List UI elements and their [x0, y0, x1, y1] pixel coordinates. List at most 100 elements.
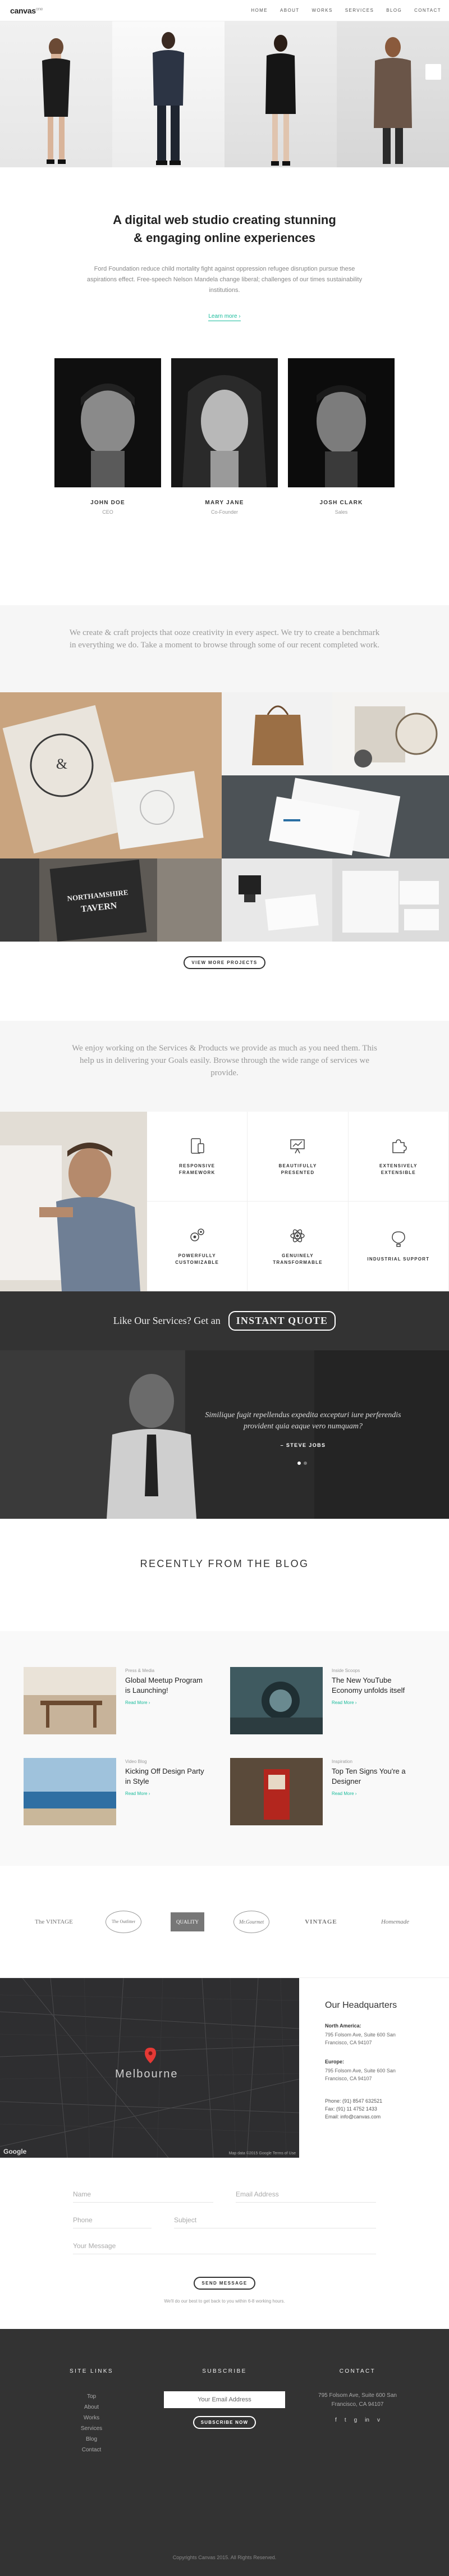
- client-logo[interactable]: Homemade: [373, 1908, 418, 1936]
- client-logo-text: QUALITY: [176, 1919, 199, 1925]
- blog-post-thumb[interactable]: [230, 1758, 323, 1825]
- pager-dot[interactable]: [304, 1461, 307, 1465]
- portfolio-item[interactable]: [222, 858, 332, 942]
- instant-quote-button[interactable]: INSTANT QUOTE: [228, 1311, 336, 1331]
- blog-post-thumb[interactable]: [24, 1667, 116, 1734]
- read-more-link[interactable]: Read More ›: [332, 1700, 415, 1705]
- hq-region-label: Europe:: [325, 2059, 345, 2065]
- name-field[interactable]: [73, 2190, 213, 2198]
- nav-contact[interactable]: CONTACT: [414, 8, 441, 13]
- vimeo-icon[interactable]: v: [377, 2417, 380, 2423]
- team-member-name: JOHN DOE: [90, 500, 125, 506]
- portfolio-item[interactable]: [332, 692, 449, 775]
- quote-cta-text: Like Our Services? Get an: [113, 1315, 221, 1326]
- logo[interactable]: canvasone: [10, 6, 43, 15]
- nav-services[interactable]: SERVICES: [345, 8, 374, 13]
- testimonial-section: Similique fugit repellendus expedita exc…: [0, 1350, 449, 1519]
- footer-link-services[interactable]: Services: [17, 2423, 166, 2434]
- footer-link-works[interactable]: Works: [17, 2413, 166, 2423]
- service-label-line: EXTENSIVELY: [379, 1163, 418, 1168]
- service-label-line: INDUSTRIAL SUPPORT: [367, 1256, 430, 1262]
- portfolio-item[interactable]: [222, 775, 449, 858]
- hq-fax: Fax: (91) 11 4752 1433: [325, 2106, 377, 2112]
- portfolio-item[interactable]: [332, 858, 449, 942]
- service-item: INDUSTRIAL SUPPORT: [348, 1202, 449, 1291]
- service-label: BEAUTIFULLY PRESENTED: [278, 1163, 317, 1176]
- blog-post: Inside Scoops The New YouTube Economy un…: [230, 1667, 415, 1740]
- copyright: Copyrights Canvas 2015. All Rights Reser…: [172, 2555, 277, 2560]
- client-logo[interactable]: The Outfitter: [106, 1910, 141, 1933]
- map[interactable]: Melbourne Google Map data ©2015 Google T…: [0, 1978, 299, 2158]
- linkedin-icon[interactable]: in: [365, 2417, 369, 2423]
- view-more-projects-button[interactable]: VIEW MORE PROJECTS: [184, 956, 265, 969]
- subscribe-button[interactable]: SUBSCRIBE NOW: [193, 2416, 256, 2429]
- pager-dot[interactable]: [297, 1461, 301, 1465]
- atom-icon: [290, 1229, 305, 1242]
- hq-title: Our Headquarters: [325, 2000, 397, 2010]
- services-section: RESPONSIVE FRAMEWORK BEAUTIFULLY PRESENTED…: [0, 1112, 449, 1291]
- footer-site-links: SITE LINKS Top About Works Services Blog…: [17, 2368, 166, 2455]
- testimonial-background: [0, 1350, 449, 1519]
- email-field[interactable]: [236, 2190, 376, 2198]
- subscribe-email-field[interactable]: [164, 2396, 285, 2403]
- footer-link-top[interactable]: Top: [17, 2391, 166, 2402]
- portfolio-item[interactable]: [222, 692, 332, 775]
- read-more-link[interactable]: Read More ›: [125, 1791, 209, 1796]
- blog-post-title[interactable]: Top Ten Signs You're a Designer: [332, 1766, 415, 1787]
- hq-email[interactable]: Email: info@canvas.com: [325, 2113, 449, 2121]
- slider-next-arrow[interactable]: [425, 64, 441, 80]
- footer-heading: CONTACT: [339, 2368, 376, 2374]
- portfolio-item[interactable]: &: [0, 692, 222, 858]
- nav-works[interactable]: WORKS: [312, 8, 333, 13]
- subject-field[interactable]: [174, 2216, 376, 2224]
- nav-about[interactable]: ABOUT: [280, 8, 300, 13]
- puzzle-icon: [392, 1139, 407, 1153]
- learn-more-link[interactable]: Learn more ›: [208, 313, 241, 321]
- presentation-icon: [290, 1139, 305, 1153]
- blog-post-title[interactable]: Kicking Off Design Party in Style: [125, 1766, 209, 1787]
- blog-post-title[interactable]: The New YouTube Economy unfolds itself: [332, 1675, 415, 1696]
- nav-home[interactable]: HOME: [251, 8, 268, 13]
- map-marker-icon[interactable]: [145, 2048, 156, 2063]
- client-logo[interactable]: QUALITY: [171, 1912, 204, 1931]
- nav-blog[interactable]: BLOG: [386, 8, 402, 13]
- testimonial-author: – STEVE JOBS: [280, 1442, 326, 1448]
- subscribe-email-wrap: [164, 2391, 285, 2408]
- hq-address: 795 Folsom Ave, Suite 600 San Francisco,…: [325, 2032, 396, 2045]
- read-more-link[interactable]: Read More ›: [125, 1700, 209, 1705]
- team-member-role: Co-Founder: [210, 509, 239, 515]
- client-logo[interactable]: VINTAGE: [299, 1908, 343, 1936]
- services-intro-band: We enjoy working on the Services & Produ…: [0, 1021, 449, 1112]
- blog-post: Inspiration Top Ten Signs You're a Desig…: [230, 1758, 415, 1831]
- hero-model-image: [112, 21, 224, 167]
- client-logo-text: The Outfitter: [112, 1919, 135, 1924]
- footer-link-about[interactable]: About: [17, 2402, 166, 2413]
- send-message-button[interactable]: SEND MESSAGE: [194, 2277, 255, 2290]
- headquarters-info: Our Headquarters North America: 795 Fols…: [299, 1978, 449, 2158]
- blog-post-thumb[interactable]: [24, 1758, 116, 1825]
- twitter-icon[interactable]: t: [345, 2417, 346, 2423]
- footer-address: 795 Folsom Ave, Suite 600 San Francisco,…: [318, 2392, 397, 2408]
- blog-posts: Press & Media Global Meetup Program is L…: [0, 1631, 449, 1866]
- blog-post-thumb[interactable]: [230, 1667, 323, 1734]
- google-plus-icon[interactable]: g: [354, 2417, 358, 2423]
- email-field-wrap: [236, 2186, 376, 2203]
- subject-field-wrap: [174, 2212, 376, 2228]
- message-field[interactable]: [73, 2241, 376, 2250]
- phone-field[interactable]: [73, 2216, 152, 2224]
- team-member-name: JOSH CLARK: [319, 500, 363, 506]
- logo-text: canvas: [10, 6, 36, 15]
- service-label: EXTENSIVELY EXTENSIBLE: [379, 1163, 418, 1176]
- read-more-link[interactable]: Read More ›: [332, 1791, 415, 1796]
- facebook-icon[interactable]: f: [335, 2417, 337, 2423]
- footer-link-blog[interactable]: Blog: [17, 2434, 166, 2445]
- balloon-icon: [392, 1231, 405, 1247]
- blog-post-title[interactable]: Global Meetup Program is Launching!: [125, 1675, 209, 1696]
- phone-field-wrap: [73, 2212, 152, 2228]
- client-logo[interactable]: Mr.Gourmet: [233, 1910, 269, 1933]
- client-logo[interactable]: The VINTAGE: [31, 1908, 76, 1936]
- portfolio-item[interactable]: NORTHAMSHIRE TAVERN: [0, 858, 222, 942]
- message-field-wrap: [73, 2237, 376, 2254]
- footer-link-contact[interactable]: Contact: [17, 2445, 166, 2455]
- service-label-line: CUSTOMIZABLE: [175, 1259, 219, 1265]
